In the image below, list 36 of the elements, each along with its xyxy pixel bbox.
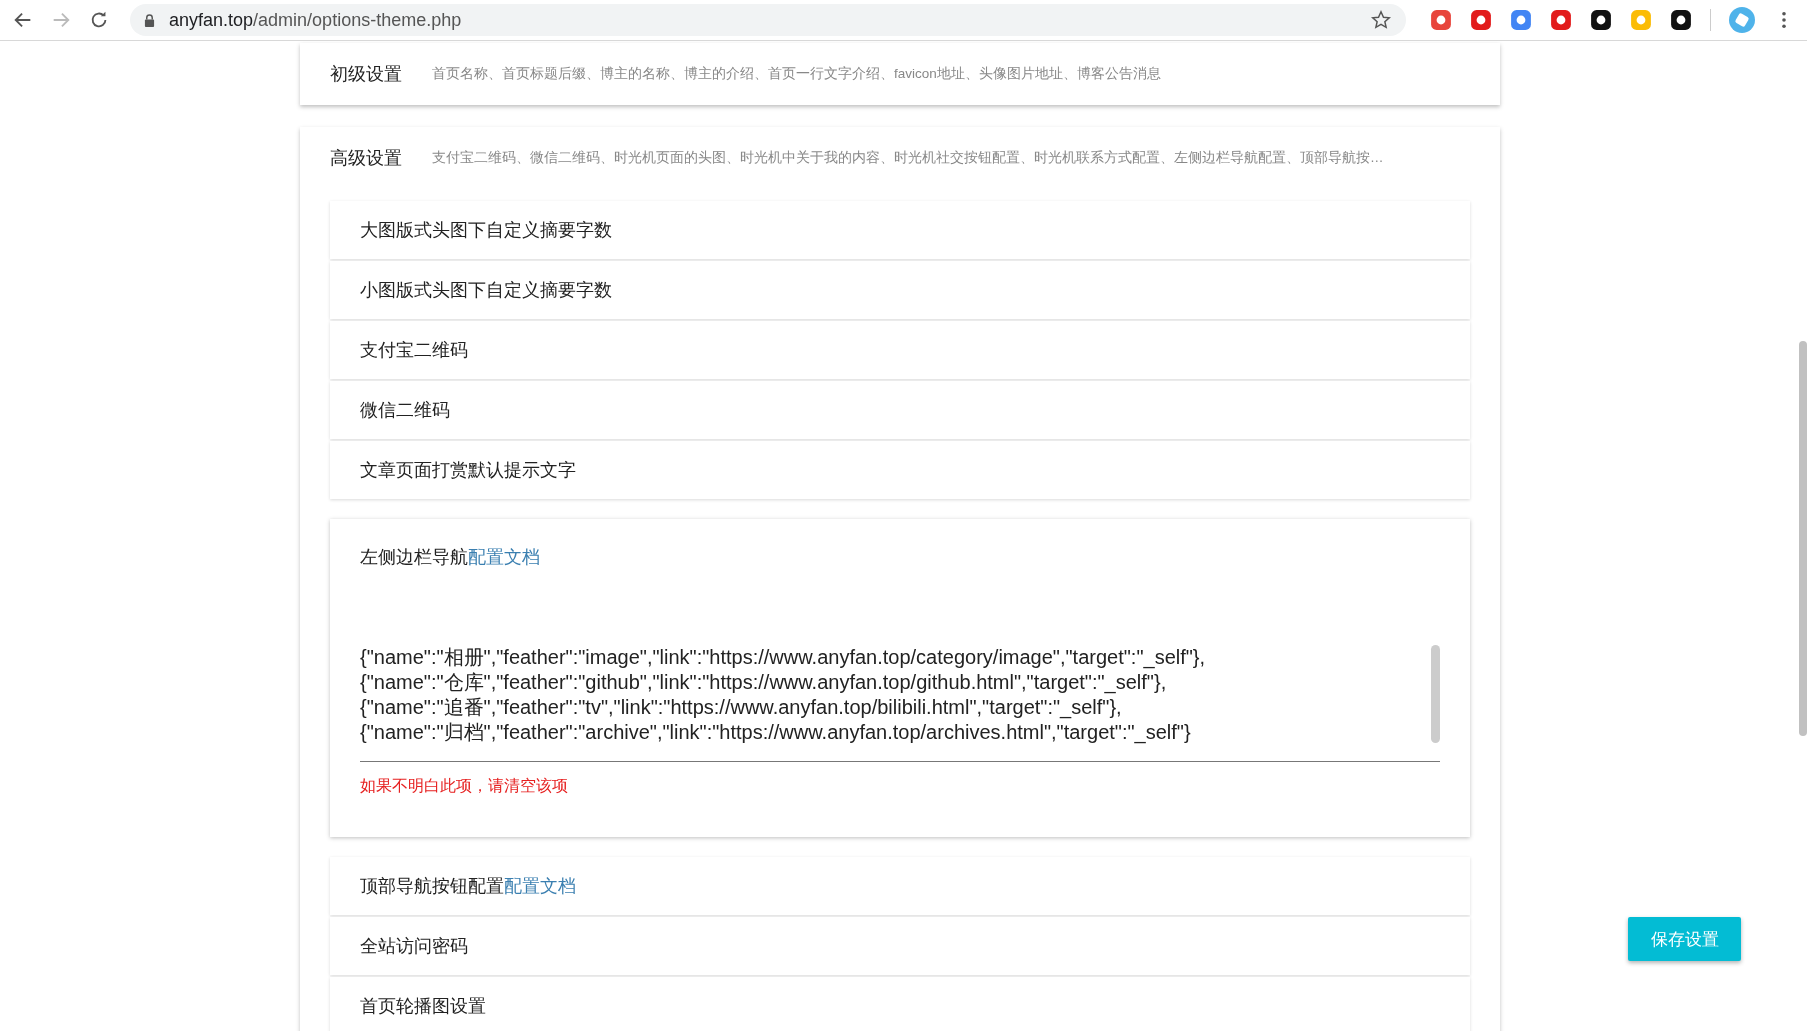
row-label: 顶部导航按钮配置 bbox=[360, 874, 504, 898]
row-label: 全站访问密码 bbox=[360, 934, 468, 958]
scrollbar-thumb[interactable] bbox=[1799, 341, 1807, 736]
scrollbar-thumb[interactable] bbox=[1431, 645, 1440, 743]
settings-row[interactable]: 微信二维码 bbox=[330, 381, 1470, 439]
doc-link[interactable]: 配置文档 bbox=[468, 546, 540, 567]
doc-link[interactable]: 配置文档 bbox=[504, 874, 576, 898]
section-description: 支付宝二维码、微信二维码、时光机页面的头图、时光机中关于我的内容、时光机社交按钮配置、时光机联系方式配置、左侧边栏导航配置、顶部导航按… bbox=[432, 149, 1384, 167]
row-label: 大图版式头图下自定义摘要字数 bbox=[360, 218, 612, 242]
field-label: 左侧边栏导航 bbox=[360, 546, 468, 567]
section-header[interactable]: 初级设置 首页名称、首页标题后缀、博主的名称、博主的介绍、首页一行文字介绍、favicon地址、头像图片地址、博客公告消息 bbox=[300, 43, 1500, 105]
extension-icon[interactable] bbox=[1670, 9, 1692, 31]
section-title: 初级设置 bbox=[330, 62, 402, 86]
row-label: 微信二维码 bbox=[360, 398, 450, 422]
settings-row[interactable]: 支付宝二维码 bbox=[330, 321, 1470, 379]
text-area[interactable]: {"name":"相册","feather":"image","link":"https://www.anyfan.top/category/image","target":"_self"}, {"name":"仓库","feather":"github","link":"https://www.anyfan.top/github.html","target":"_self"}, {"name":"追番","feather":"tv","link":"https://www.anyfan.top/bilibili.html","target":"_self"}, {"name":"归档","feather":"archive","link":"https://www.anyfan.top/archives.html","target":"_self"} bbox=[360, 645, 1206, 745]
row-label: 文章页面打赏默认提示文字 bbox=[360, 458, 576, 482]
url-text: anyfan.top/admin/options-theme.php bbox=[169, 9, 463, 31]
row-label: 小图版式头图下自定义摘要字数 bbox=[360, 278, 612, 302]
row-label: 支付宝二维码 bbox=[360, 338, 468, 362]
lock-icon bbox=[144, 13, 155, 27]
settings-row[interactable]: 大图版式头图下自定义摘要字数 bbox=[330, 201, 1470, 259]
row-label: 首页轮播图设置 bbox=[360, 994, 486, 1018]
hint-text: 如果不明白此项，请清空该项 bbox=[360, 776, 569, 797]
section-title: 高级设置 bbox=[330, 146, 402, 170]
star-icon[interactable] bbox=[1370, 9, 1392, 31]
settings-row[interactable]: 首页轮播图设置 bbox=[330, 977, 1470, 1031]
settings-row[interactable]: 文章页面打赏默认提示文字 bbox=[330, 441, 1470, 499]
address-bar[interactable]: anyfan.top/admin/options-theme.php bbox=[130, 4, 1406, 36]
section-description: 首页名称、首页标题后缀、博主的名称、博主的介绍、首页一行文字介绍、favicon地址、头像图片地址、博客公告消息 bbox=[432, 65, 1161, 83]
settings-row[interactable]: 顶部导航按钮配置配置文档 bbox=[330, 857, 1470, 915]
settings-row[interactable]: 小图版式头图下自定义摘要字数 bbox=[330, 261, 1470, 319]
settings-row[interactable]: 全站访问密码 bbox=[330, 917, 1470, 975]
menu-icon[interactable] bbox=[1781, 11, 1787, 29]
section-header[interactable]: 高级设置 支付宝二维码、微信二维码、时光机页面的头图、时光机中关于我的内容、时光机社交按钮配置、时光机联系方式配置、左侧边栏导航配置、顶部导航按… bbox=[300, 127, 1500, 189]
extension-icon[interactable] bbox=[1590, 9, 1612, 31]
